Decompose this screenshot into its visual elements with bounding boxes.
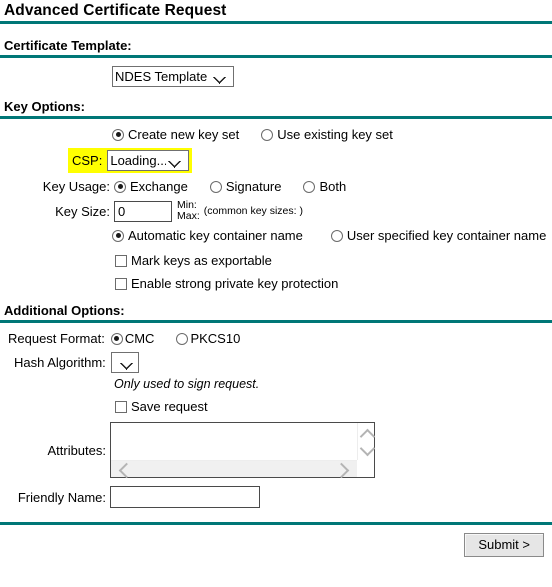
key-size-max-label: Max:: [177, 210, 200, 222]
mark-keys-exportable-option[interactable]: Mark keys as exportable: [115, 253, 272, 268]
create-new-key-set-option[interactable]: Create new key set: [112, 127, 239, 142]
certificate-template-select[interactable]: NDES Template: [112, 66, 234, 87]
key-set-row: Create new key set Use existing key set: [0, 127, 552, 142]
csp-highlight: CSP: Loading...: [68, 148, 193, 173]
automatic-key-container-radio[interactable]: [112, 229, 124, 242]
user-specified-key-container-radio[interactable]: [330, 229, 343, 242]
key-options-section-label: Key Options:: [4, 99, 85, 114]
hash-algorithm-label: Hash Algorithm:: [14, 355, 106, 370]
key-usage-exchange-option[interactable]: Exchange: [114, 179, 188, 194]
submit-area: Submit >: [0, 525, 552, 557]
use-existing-key-set-radio[interactable]: [261, 128, 274, 141]
request-format-row: Request Format: CMC PKCS10: [0, 331, 552, 346]
key-usage-signature-label: Signature: [225, 179, 282, 194]
additional-options-section-label: Additional Options:: [4, 303, 125, 318]
attributes-vertical-scrollbar[interactable]: [357, 423, 376, 460]
request-format-cmc-option[interactable]: CMC: [110, 331, 155, 346]
page-title: Advanced Certificate Request: [4, 2, 227, 19]
user-specified-key-container-option[interactable]: User specified key container name: [330, 228, 547, 243]
scroll-down-icon[interactable]: [359, 440, 376, 457]
attributes-textarea[interactable]: [111, 423, 357, 460]
key-usage-label: Key Usage:: [42, 179, 110, 194]
submit-button[interactable]: Submit >: [464, 533, 544, 557]
use-existing-key-set-label: Use existing key set: [277, 127, 393, 142]
key-size-input[interactable]: [114, 200, 172, 222]
request-format-cmc-label: CMC: [124, 331, 155, 346]
attributes-horizontal-scrollbar[interactable]: [111, 460, 357, 479]
strong-key-protection-checkbox[interactable]: [115, 277, 127, 290]
request-format-pkcs10-label: PKCS10: [190, 331, 241, 346]
save-request-row: Save request: [0, 399, 552, 414]
key-size-row: Key Size: Min: Max: (common key sizes: ): [0, 200, 552, 222]
scrollbar-corner: [357, 460, 374, 477]
csp-label: CSP:: [72, 153, 103, 168]
scroll-right-icon[interactable]: [333, 462, 350, 479]
mark-keys-exportable-row: Mark keys as exportable: [0, 253, 552, 268]
key-usage-both-radio[interactable]: [303, 180, 316, 193]
automatic-key-container-option[interactable]: Automatic key container name: [112, 228, 303, 243]
csp-select[interactable]: Loading...: [107, 150, 190, 171]
create-new-key-set-radio[interactable]: [112, 128, 124, 141]
hash-algorithm-row: Hash Algorithm:: [0, 352, 552, 373]
scroll-left-icon[interactable]: [118, 462, 135, 479]
friendly-name-label: Friendly Name:: [17, 489, 106, 505]
mark-keys-exportable-label: Mark keys as exportable: [131, 253, 272, 268]
key-usage-both-option[interactable]: Both: [303, 179, 346, 194]
user-specified-key-container-label: User specified key container name: [346, 228, 547, 243]
friendly-name-input[interactable]: [110, 486, 260, 508]
certificate-template-row: NDES Template: [0, 66, 552, 87]
key-size-min-max: Min: Max:: [177, 200, 200, 222]
key-usage-both-label: Both: [319, 179, 347, 194]
key-usage-signature-option[interactable]: Signature: [209, 179, 282, 194]
mark-keys-exportable-checkbox[interactable]: [115, 254, 127, 267]
advanced-certificate-request-page: Advanced Certificate Request Certificate…: [0, 0, 552, 587]
save-request-label: Save request: [131, 399, 208, 414]
key-usage-exchange-radio[interactable]: [114, 180, 126, 193]
request-format-cmc-radio[interactable]: [110, 332, 123, 345]
key-usage-signature-radio[interactable]: [209, 180, 222, 193]
strong-key-protection-label: Enable strong private key protection: [131, 276, 339, 291]
hash-algorithm-note-row: Only used to sign request.: [0, 377, 552, 391]
strong-key-protection-row: Enable strong private key protection: [0, 276, 552, 291]
attributes-row: Attributes:: [0, 422, 552, 479]
hash-algorithm-select[interactable]: [110, 352, 139, 373]
attributes-textarea-wrapper[interactable]: [110, 422, 376, 479]
request-format-pkcs10-radio[interactable]: [176, 332, 189, 345]
hash-algorithm-note: Only used to sign request.: [114, 377, 260, 391]
use-existing-key-set-option[interactable]: Use existing key set: [261, 127, 393, 142]
key-usage-exchange-label: Exchange: [130, 179, 188, 194]
key-usage-row: Key Usage: Exchange Signature Both: [0, 179, 552, 194]
create-new-key-set-label: Create new key set: [128, 127, 240, 142]
request-format-pkcs10-option[interactable]: PKCS10: [176, 331, 240, 346]
key-container-name-row: Automatic key container name User specif…: [0, 228, 552, 243]
automatic-key-container-label: Automatic key container name: [128, 228, 303, 243]
request-format-label: Request Format:: [8, 331, 105, 346]
certificate-template-section-label: Certificate Template:: [4, 38, 132, 53]
attributes-label: Attributes:: [47, 442, 106, 458]
csp-row: CSP: Loading...: [0, 148, 552, 173]
key-size-common-sizes-hint: (common key sizes: ): [203, 205, 303, 217]
save-request-option[interactable]: Save request: [115, 399, 208, 414]
save-request-checkbox[interactable]: [115, 400, 127, 413]
strong-key-protection-option[interactable]: Enable strong private key protection: [115, 276, 338, 291]
key-size-label: Key Size:: [55, 203, 110, 219]
friendly-name-row: Friendly Name:: [0, 486, 552, 508]
